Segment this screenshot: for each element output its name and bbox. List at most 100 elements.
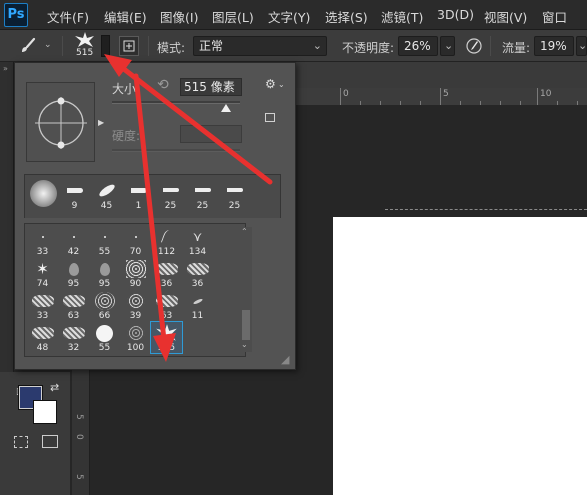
splatter-brush-icon <box>182 259 213 279</box>
collapse-arrows-icon[interactable]: » <box>3 64 8 73</box>
brush-panel-toggle-button[interactable] <box>119 36 139 56</box>
dot-brush-icon <box>89 227 120 247</box>
chevron-down-icon: ⌄ <box>578 39 587 52</box>
splatter-brush-icon <box>27 291 58 311</box>
menu-layer[interactable]: 图层(L) <box>212 7 254 26</box>
preset-soft-round[interactable] <box>27 179 59 215</box>
preset-item[interactable]: 55 <box>89 322 120 353</box>
gear-icon[interactable]: ⚙ <box>265 77 276 91</box>
background-color-swatch[interactable] <box>33 400 57 424</box>
preset-item[interactable]: 39 <box>120 290 151 321</box>
preset-size: 66 <box>98 311 111 321</box>
selection-marquee <box>385 209 587 210</box>
size-slider-thumb[interactable] <box>220 104 231 112</box>
pen-pressure-icon <box>466 38 482 54</box>
menu-edit[interactable]: 编辑(E) <box>104 7 147 26</box>
brush-preset-grid: 33 42 55 70 112 ⋎ 134 ✶ 74 95 95 90 36 3… <box>24 223 246 357</box>
brush-preset-picker: ▶ 大小: ⟲ 515 像素 ⚙ ⌄ 硬度: 9 45 1 25 25 25 3… <box>14 62 296 370</box>
texture-brush-icon <box>120 259 151 279</box>
scroll-down-icon[interactable]: ⌄ <box>241 340 248 349</box>
preset-item[interactable]: 95 <box>58 258 89 289</box>
menu-window[interactable]: 窗口 <box>542 7 567 26</box>
size-input[interactable]: 515 像素 <box>180 78 242 96</box>
preset-item[interactable]: 32 <box>58 322 89 353</box>
preset-item[interactable]: 33 <box>27 226 58 257</box>
ruler-tick <box>380 101 381 105</box>
preset-item[interactable]: 9 <box>59 179 90 215</box>
pressure-opacity-button[interactable] <box>463 36 485 56</box>
ruler-tick <box>460 101 461 105</box>
splatter-brush-icon <box>27 323 58 343</box>
splatter-brush-icon <box>58 291 89 311</box>
splatter-brush-icon <box>75 32 94 47</box>
brush-tool-preset-button[interactable]: ⌄ <box>14 36 52 56</box>
menu-3d[interactable]: 3D(D) <box>437 7 474 22</box>
menu-file[interactable]: 文件(F) <box>47 7 89 26</box>
swap-colors-icon[interactable]: ⇄ <box>50 381 59 394</box>
preset-item[interactable]: 25 <box>155 179 186 215</box>
soft-round-brush-icon <box>30 180 57 207</box>
preset-item-selected[interactable]: 515 <box>150 321 183 354</box>
preset-size: 25 <box>196 201 209 211</box>
brush-angle-preview[interactable] <box>26 82 95 162</box>
tip-brush-icon <box>219 180 250 200</box>
menu-filter[interactable]: 滤镜(T) <box>381 7 423 26</box>
ruler-label: 5 <box>74 414 84 420</box>
quick-mask-icon[interactable] <box>14 436 28 448</box>
preset-item[interactable]: 63 <box>151 290 182 321</box>
preset-item[interactable]: ⋎ 134 <box>182 226 213 258</box>
hardness-label: 硬度: <box>112 129 141 143</box>
flow-input[interactable]: 19% <box>534 36 574 56</box>
preset-item[interactable]: 63 <box>58 290 89 321</box>
brush-picker-toggle[interactable] <box>101 35 110 57</box>
opacity-input[interactable]: 26% <box>398 36 438 56</box>
preset-item[interactable]: 45 <box>91 179 122 215</box>
mode-label: 模式: <box>157 41 186 55</box>
preset-item[interactable]: 48 <box>27 322 58 353</box>
preset-item[interactable]: 66 <box>89 290 120 321</box>
preset-item[interactable]: 25 <box>187 179 218 215</box>
leaf-brush-icon <box>91 180 122 200</box>
resize-grip-icon[interactable]: ◢ <box>281 353 289 366</box>
menu-image[interactable]: 图像(I) <box>160 7 198 26</box>
menu-view[interactable]: 视图(V) <box>484 7 527 26</box>
preset-item[interactable]: 42 <box>58 226 89 257</box>
preset-size: 55 <box>98 247 111 257</box>
texture-brush-icon <box>120 291 151 311</box>
opacity-dropdown-button[interactable]: ⌄ <box>440 36 455 56</box>
menu-type[interactable]: 文字(Y) <box>268 7 310 26</box>
preset-item[interactable]: 36 <box>151 258 182 289</box>
preset-item[interactable]: 100 <box>120 322 151 353</box>
preset-item[interactable]: ✶ 74 <box>27 258 58 289</box>
ruler-tick <box>480 101 481 105</box>
menu-select[interactable]: 选择(S) <box>325 7 368 26</box>
preset-item[interactable]: 1 <box>123 179 154 215</box>
flow-label: 流量: <box>502 41 531 55</box>
ruler-tick <box>340 88 341 105</box>
hardness-slider <box>112 149 240 152</box>
preset-item[interactable]: 36 <box>182 258 213 289</box>
mode-select[interactable]: 正常 ⌄ <box>193 36 327 56</box>
recent-presets-row: 9 45 1 25 25 25 <box>24 174 281 218</box>
preset-item[interactable]: 33 <box>27 290 58 321</box>
preset-item[interactable]: 25 <box>219 179 250 215</box>
scroll-up-icon[interactable]: ⌃ <box>241 227 248 236</box>
preset-item[interactable]: 95 <box>89 258 120 289</box>
preset-item[interactable]: 90 <box>120 258 151 289</box>
ruler-label: 0 <box>74 434 84 440</box>
brush-preset-picker-button[interactable]: 515 <box>70 32 98 60</box>
flow-dropdown-button[interactable]: ⌄ <box>576 36 587 56</box>
new-preset-icon[interactable] <box>265 113 275 122</box>
preset-scrollbar[interactable]: ⌃ ⌄ <box>239 227 252 352</box>
ruler-tick <box>577 101 578 105</box>
splatter-brush-icon <box>151 291 182 311</box>
preset-item[interactable]: 55 <box>89 226 120 257</box>
reset-size-icon[interactable]: ⟲ <box>157 77 169 93</box>
ruler-label: 5 <box>74 474 84 480</box>
preset-item[interactable]: 11 <box>182 290 213 321</box>
preset-item[interactable]: 70 <box>120 226 151 257</box>
screen-mode-icon[interactable] <box>42 435 58 448</box>
scrollbar-thumb[interactable] <box>242 310 250 340</box>
separator <box>490 36 491 56</box>
preset-item[interactable]: 112 <box>151 226 182 257</box>
